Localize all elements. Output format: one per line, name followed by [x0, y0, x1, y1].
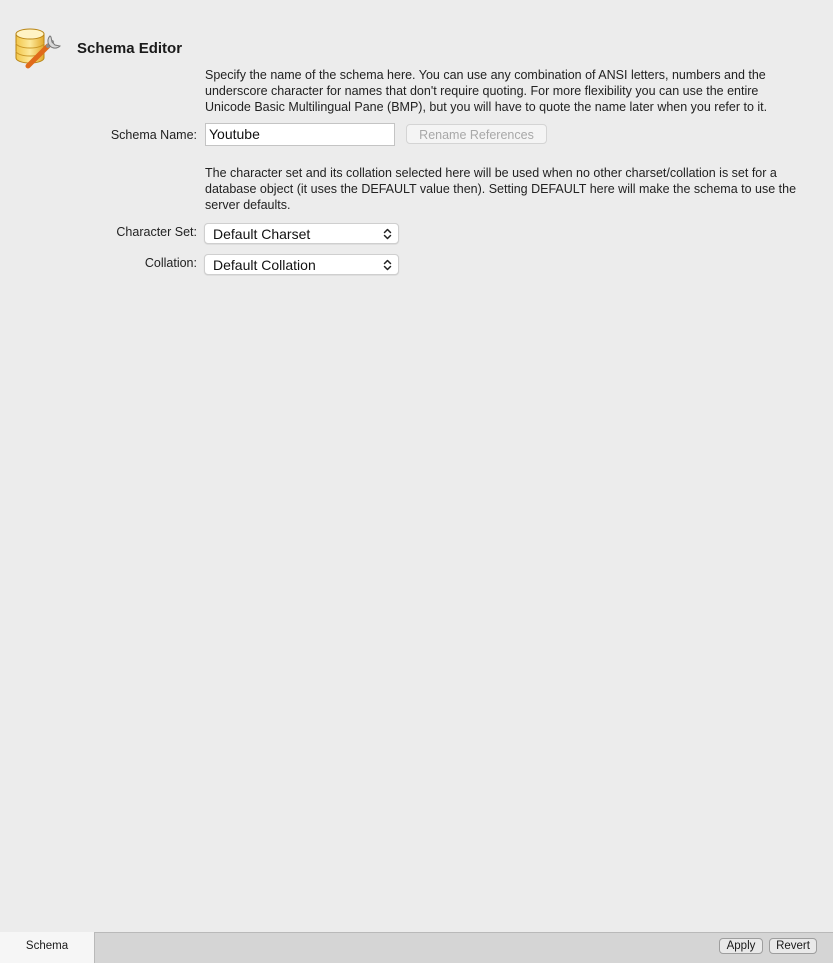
database-wrench-icon: [15, 28, 62, 69]
collation-label: Collation:: [144, 256, 197, 270]
description-line: server defaults.: [205, 198, 291, 212]
page-title: Schema Editor: [77, 40, 183, 57]
character-set-select[interactable]: Default Charset: [204, 223, 399, 244]
description-line: database object (it uses the DEFAULT val…: [205, 182, 797, 196]
collation-value: Default Collation: [213, 257, 316, 273]
chevron-up-down-icon: [383, 228, 392, 240]
apply-button[interactable]: Apply: [719, 938, 763, 954]
rename-references-button[interactable]: Rename References: [406, 124, 547, 144]
schema-editor-panel: Schema Editor Specify the name of the sc…: [0, 0, 833, 932]
character-set-value: Default Charset: [213, 226, 311, 242]
description-line: Unicode Basic Multilingual Pane (BMP), b…: [205, 100, 768, 114]
bottom-tab-bar: Schema Apply Revert: [0, 932, 833, 963]
tab-schema[interactable]: Schema: [0, 932, 95, 963]
collation-select[interactable]: Default Collation: [204, 254, 399, 275]
schema-name-input[interactable]: [205, 123, 395, 146]
description-line: The character set and its collation sele…: [205, 166, 777, 180]
revert-button[interactable]: Revert: [769, 938, 817, 954]
character-set-label: Character Set:: [116, 225, 197, 239]
description-line: Specify the name of the schema here. You…: [205, 68, 766, 82]
chevron-up-down-icon: [383, 259, 392, 271]
schema-name-label: Schema Name:: [110, 128, 197, 142]
description-line: underscore character for names that don'…: [205, 84, 759, 98]
charset-description: The character set and its collation sele…: [205, 165, 796, 213]
schema-name-description: Specify the name of the schema here. You…: [205, 67, 767, 115]
